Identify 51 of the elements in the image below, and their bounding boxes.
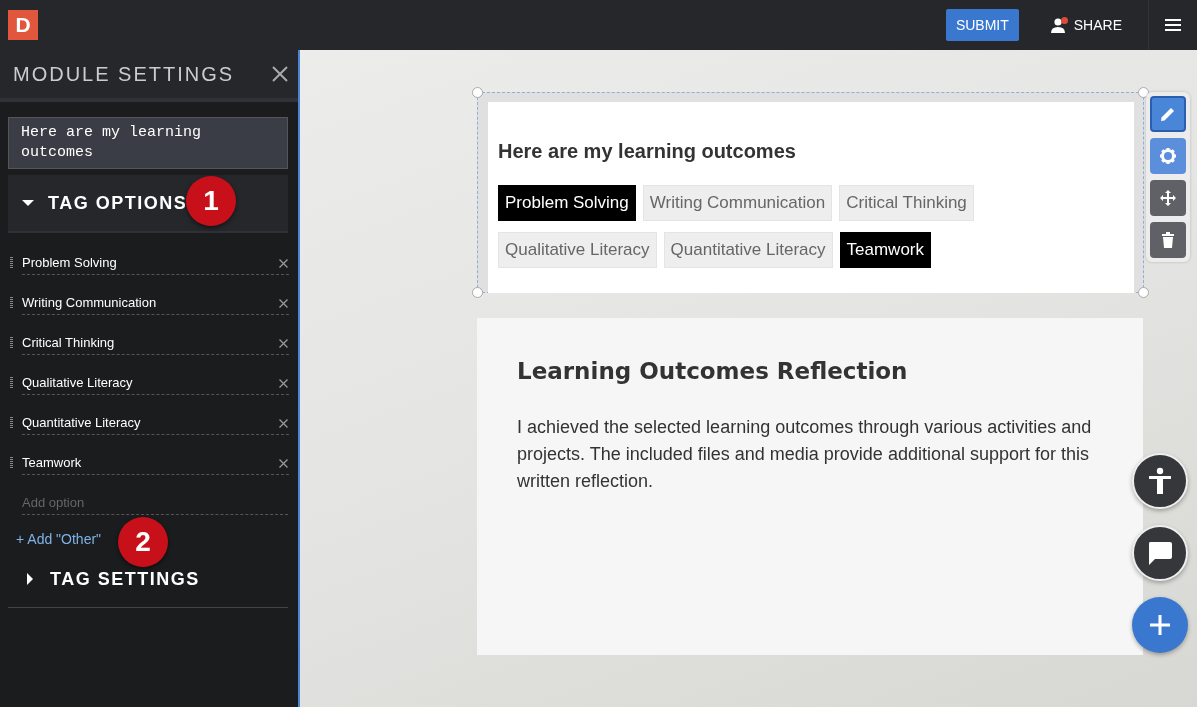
resize-handle[interactable] — [472, 287, 483, 298]
chat-icon[interactable] — [1132, 525, 1188, 581]
edit-icon[interactable] — [1150, 96, 1186, 132]
drag-handle-icon[interactable] — [10, 377, 13, 389]
option-field[interactable]: Problem Solving — [22, 251, 289, 275]
sidebar-title: MODULE SETTINGS — [13, 62, 235, 86]
app-logo[interactable]: D — [8, 10, 38, 40]
option-field[interactable]: Qualitative Literacy — [22, 371, 289, 395]
tag-options-header[interactable]: TAG OPTIONS 1 — [8, 175, 288, 233]
drag-handle-icon[interactable] — [10, 457, 13, 469]
callout-marker: 1 — [186, 176, 236, 226]
tag-chip[interactable]: Quantitative Literacy — [663, 232, 833, 268]
trash-icon[interactable] — [1150, 222, 1186, 258]
submit-button[interactable]: SUBMIT — [945, 9, 1019, 41]
share-button[interactable]: SHARE — [1050, 17, 1122, 33]
remove-icon[interactable] — [277, 258, 288, 268]
add-icon[interactable] — [1132, 597, 1188, 653]
drag-handle-icon[interactable] — [10, 257, 13, 269]
drag-handle-icon[interactable] — [10, 337, 13, 349]
tag-chip[interactable]: Problem Solving — [498, 185, 636, 221]
remove-icon[interactable] — [277, 378, 288, 388]
remove-icon[interactable] — [277, 418, 288, 428]
resize-handle[interactable] — [1138, 287, 1149, 298]
callout-marker: 2 — [118, 517, 168, 567]
settings-icon[interactable] — [1150, 138, 1186, 174]
drag-handle-icon[interactable] — [10, 297, 13, 309]
tag-chip[interactable]: Writing Communication — [642, 185, 833, 221]
caret-icon — [22, 197, 34, 209]
accessibility-icon[interactable] — [1132, 453, 1188, 509]
reflection-title: Learning Outcomes Reflection — [517, 358, 909, 384]
heading-field[interactable]: Here are my learning outcomes — [8, 117, 288, 169]
remove-icon[interactable] — [277, 338, 288, 348]
person-icon — [1050, 17, 1069, 33]
tag-chip[interactable]: Teamwork — [839, 232, 931, 268]
resize-handle[interactable] — [472, 87, 483, 98]
close-icon[interactable] — [272, 66, 288, 82]
tag-chip[interactable]: Critical Thinking — [839, 185, 974, 221]
option-field[interactable]: Writing Communication — [22, 291, 289, 315]
option-field[interactable]: Quantitative Literacy — [22, 411, 289, 435]
caret-icon — [24, 573, 36, 585]
drag-handle-icon[interactable] — [10, 417, 13, 429]
remove-icon[interactable] — [277, 298, 288, 308]
move-icon[interactable] — [1150, 180, 1186, 216]
tag-chip[interactable]: Qualitative Literacy — [498, 232, 657, 268]
option-field[interactable]: Teamwork — [22, 451, 289, 475]
reflection-text: I achieved the selected learning outcomes through various activities and projects. The included files and media provide additional support for this written reflection. — [517, 416, 1093, 493]
option-field[interactable]: Critical Thinking — [22, 331, 289, 355]
add-other-link[interactable]: + Add "Other" — [16, 531, 102, 547]
add-option-field[interactable]: Add option — [22, 491, 288, 515]
remove-icon[interactable] — [277, 458, 288, 468]
module-title: Here are my learning outcomes — [498, 140, 797, 163]
